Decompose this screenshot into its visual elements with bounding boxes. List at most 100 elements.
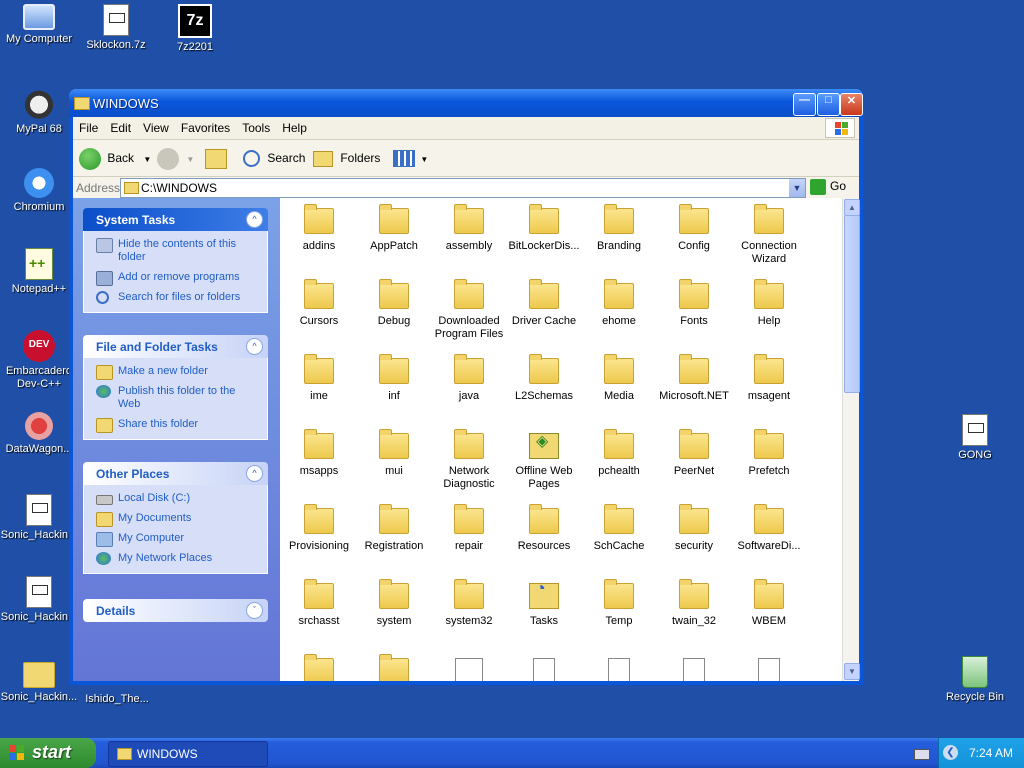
file-item[interactable]: inf: [358, 354, 430, 403]
desktop-icon-recycle-bin[interactable]: Recycle Bin: [936, 656, 1014, 704]
place-my-network-places[interactable]: My Network Places: [96, 552, 259, 565]
file-item[interactable]: SoftwareDi...: [733, 504, 805, 553]
file-item[interactable]: security: [658, 504, 730, 553]
desktop-icon-datawagon[interactable]: DataWagon...: [0, 412, 78, 456]
menu-view[interactable]: View: [137, 117, 175, 135]
file-item[interactable]: Microsoft.NET: [658, 354, 730, 403]
collapse-chevron-icon[interactable]: ^: [246, 211, 263, 228]
file-item[interactable]: twain_32: [658, 579, 730, 628]
file-item[interactable]: Downloaded Program Files: [433, 279, 505, 341]
desktop-icon-mypal[interactable]: MyPal 68: [0, 86, 78, 136]
file-item[interactable]: PeerNet: [658, 429, 730, 478]
scroll-thumb[interactable]: [844, 215, 860, 393]
scroll-up-button[interactable]: ▲: [844, 199, 860, 216]
place-local-disk[interactable]: Local Disk (C:): [96, 492, 259, 505]
file-item[interactable]: pchealth: [583, 429, 655, 478]
other-places-header[interactable]: Other Places ^: [83, 462, 268, 485]
menu-favorites[interactable]: Favorites: [175, 117, 236, 135]
desktop-icon-sonic-3[interactable]: Sonic_Hackin...: [0, 656, 78, 704]
task-make-new-folder[interactable]: Make a new folder: [96, 365, 259, 380]
menu-edit[interactable]: Edit: [104, 117, 137, 135]
views-button[interactable]: ▼: [393, 146, 428, 170]
file-item[interactable]: addins: [283, 204, 355, 253]
file-item[interactable]: [283, 654, 355, 681]
folders-button[interactable]: Folders: [313, 146, 380, 170]
task-publish-web[interactable]: Publish this folder to the Web: [96, 385, 259, 411]
scroll-down-button[interactable]: ▼: [844, 663, 860, 680]
task-share-folder[interactable]: Share this folder: [96, 418, 259, 433]
file-item[interactable]: Config: [658, 204, 730, 253]
file-item[interactable]: Driver Cache: [508, 279, 580, 328]
file-item[interactable]: ehome: [583, 279, 655, 328]
file-item[interactable]: Media: [583, 354, 655, 403]
file-item[interactable]: Prefetch: [733, 429, 805, 478]
vertical-scrollbar[interactable]: ▲ ▼: [842, 198, 860, 681]
file-item[interactable]: AppPatch: [358, 204, 430, 253]
file-item[interactable]: msagent: [733, 354, 805, 403]
desktop-icon-notepadpp[interactable]: Notepad++: [0, 248, 78, 296]
menu-file[interactable]: File: [73, 117, 104, 135]
file-item[interactable]: L2Schemas: [508, 354, 580, 403]
task-hide-contents[interactable]: Hide the contents of this folder: [96, 238, 259, 264]
file-item[interactable]: Resources: [508, 504, 580, 553]
menu-help[interactable]: Help: [276, 117, 313, 135]
address-input[interactable]: C:\WINDOWS ▼: [120, 178, 806, 198]
maximize-button[interactable]: □: [817, 93, 840, 116]
task-add-remove-programs[interactable]: Add or remove programs: [96, 271, 259, 286]
desktop-icon-sklockon[interactable]: Sklockon.7z: [77, 4, 155, 52]
close-button[interactable]: ✕: [840, 93, 863, 116]
place-my-documents[interactable]: My Documents: [96, 512, 259, 527]
file-item[interactable]: srchasst: [283, 579, 355, 628]
file-item[interactable]: [733, 658, 805, 681]
file-item[interactable]: Network Diagnostic: [433, 429, 505, 491]
file-item[interactable]: system32: [433, 579, 505, 628]
menu-tools[interactable]: Tools: [236, 117, 276, 135]
desktop-icon-my-computer[interactable]: My Computer: [0, 4, 78, 46]
file-item[interactable]: Help: [733, 279, 805, 328]
file-item[interactable]: msapps: [283, 429, 355, 478]
file-item[interactable]: Temp: [583, 579, 655, 628]
show-hidden-icons-button[interactable]: ❮: [943, 745, 958, 760]
search-button[interactable]: Search: [243, 146, 305, 170]
file-item[interactable]: Debug: [358, 279, 430, 328]
file-item[interactable]: Registration: [358, 504, 430, 553]
title-bar[interactable]: WINDOWS — □ ✕: [69, 89, 863, 117]
file-item[interactable]: assembly: [433, 204, 505, 253]
file-item[interactable]: ime: [283, 354, 355, 403]
details-header[interactable]: Details ˇ: [83, 599, 268, 622]
file-item[interactable]: Tasks: [508, 582, 580, 628]
file-folder-tasks-header[interactable]: File and Folder Tasks ^: [83, 335, 268, 358]
file-item[interactable]: java: [433, 354, 505, 403]
desktop-icon-7z2201[interactable]: 7z 7z2201: [156, 4, 234, 54]
system-tasks-header[interactable]: System Tasks ^: [83, 208, 268, 231]
desktop-icon-sonic-2[interactable]: Sonic_Hackin...: [0, 576, 78, 624]
address-dropdown-button[interactable]: ▼: [789, 179, 805, 197]
file-item[interactable]: [658, 658, 730, 681]
file-item[interactable]: Connection Wizard: [733, 204, 805, 266]
file-item[interactable]: Branding: [583, 204, 655, 253]
expand-chevron-icon[interactable]: ˇ: [246, 602, 263, 619]
desktop-icon-gong[interactable]: GONG: [936, 414, 1014, 462]
place-my-computer[interactable]: My Computer: [96, 532, 259, 547]
file-item[interactable]: Provisioning: [283, 504, 355, 553]
file-item[interactable]: mui: [358, 429, 430, 478]
file-item[interactable]: BitLockerDis...: [508, 204, 580, 253]
file-item[interactable]: [433, 658, 505, 681]
up-folder-button[interactable]: [205, 146, 227, 170]
collapse-chevron-icon[interactable]: ^: [246, 338, 263, 355]
back-button[interactable]: Back ▼: [79, 146, 151, 170]
desktop-icon-devcpp[interactable]: DEV Embarcadero Dev-C++: [0, 330, 78, 391]
keyboard-icon[interactable]: [914, 749, 930, 760]
desktop-icon-sonic-1[interactable]: Sonic_Hackin...: [0, 494, 78, 542]
file-item[interactable]: [358, 654, 430, 681]
file-item[interactable]: [508, 658, 580, 681]
forward-button[interactable]: ▼: [157, 146, 194, 170]
file-item[interactable]: SchCache: [583, 504, 655, 553]
file-item[interactable]: repair: [433, 504, 505, 553]
collapse-chevron-icon[interactable]: ^: [246, 465, 263, 482]
desktop-icon-chromium[interactable]: Chromium: [0, 168, 78, 214]
file-item[interactable]: system: [358, 579, 430, 628]
go-button[interactable]: Go: [810, 179, 846, 195]
file-item[interactable]: [583, 658, 655, 681]
taskbar-item-windows[interactable]: WINDOWS: [108, 741, 268, 767]
